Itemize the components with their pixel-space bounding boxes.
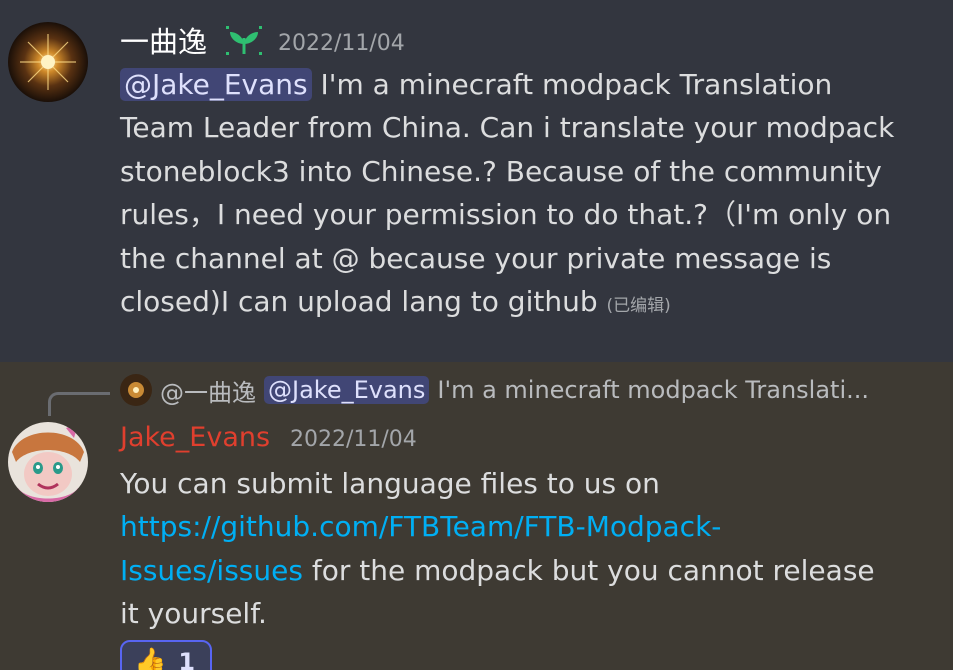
timestamp: 2022/11/04 — [278, 31, 405, 56]
author-name[interactable]: Jake_Evans — [120, 418, 270, 458]
reaction-button[interactable]: 👍 1 — [120, 640, 212, 670]
reply-text: I'm a minecraft modpack Translati... — [437, 376, 869, 404]
timestamp: 2022/11/04 — [290, 427, 417, 452]
sprout-icon — [224, 24, 264, 60]
message-line: rules，I need your permission to do that.… — [120, 198, 892, 232]
reply-mention[interactable]: @Jake_Evans — [264, 376, 430, 404]
avatar[interactable] — [8, 22, 88, 102]
user-mention[interactable]: @Jake_Evans — [120, 68, 312, 101]
reply-avatar — [120, 374, 152, 406]
github-link[interactable]: Issues/issues — [120, 554, 303, 587]
author-name[interactable]: 一曲逸 — [120, 22, 207, 62]
message-line: Issues/issues for the modpack but you ca… — [120, 549, 875, 592]
message-content: You can submit language files to us on h… — [120, 462, 875, 636]
edited-label: (已编辑) — [606, 296, 671, 317]
message-line: @Jake_Evans I'm a minecraft modpack Tran… — [120, 63, 894, 106]
github-link[interactable]: https://github.com/FTBTeam/FTB-Modpack- — [120, 510, 721, 543]
thumbs-up-icon: 👍 — [134, 647, 167, 670]
message-line: Team Leader from China. Can i translate … — [120, 111, 895, 145]
message-line: the channel at @ because your private me… — [120, 241, 832, 275]
message-content: @Jake_Evans I'm a minecraft modpack Tran… — [120, 63, 894, 328]
reply-connector — [48, 392, 110, 416]
avatar[interactable] — [8, 422, 88, 502]
reply-preview[interactable]: @一曲逸 @Jake_Evans I'm a minecraft modpack… — [120, 372, 869, 408]
message-line-text: for the modpack but you cannot release — [302, 553, 875, 587]
reply-author[interactable]: @一曲逸 — [160, 373, 256, 408]
message-line: stoneblock3 into Chinese.? Because of th… — [120, 154, 882, 188]
message-line: it yourself. — [120, 597, 267, 631]
message-line: You can submit language files to us on — [120, 467, 660, 500]
message-line: https://github.com/FTBTeam/FTB-Modpack- — [120, 505, 875, 548]
reaction-count: 1 — [178, 648, 196, 670]
message-line-text: I'm a minecraft modpack Translation — [311, 68, 833, 101]
message-line-text: closed)I can upload lang to github — [120, 285, 607, 319]
message-line: closed)I can upload lang to github (已编辑) — [120, 280, 894, 328]
message-1: 一曲逸 2022/11/04 @Jake_Evans I'm a minecra… — [0, 0, 953, 362]
